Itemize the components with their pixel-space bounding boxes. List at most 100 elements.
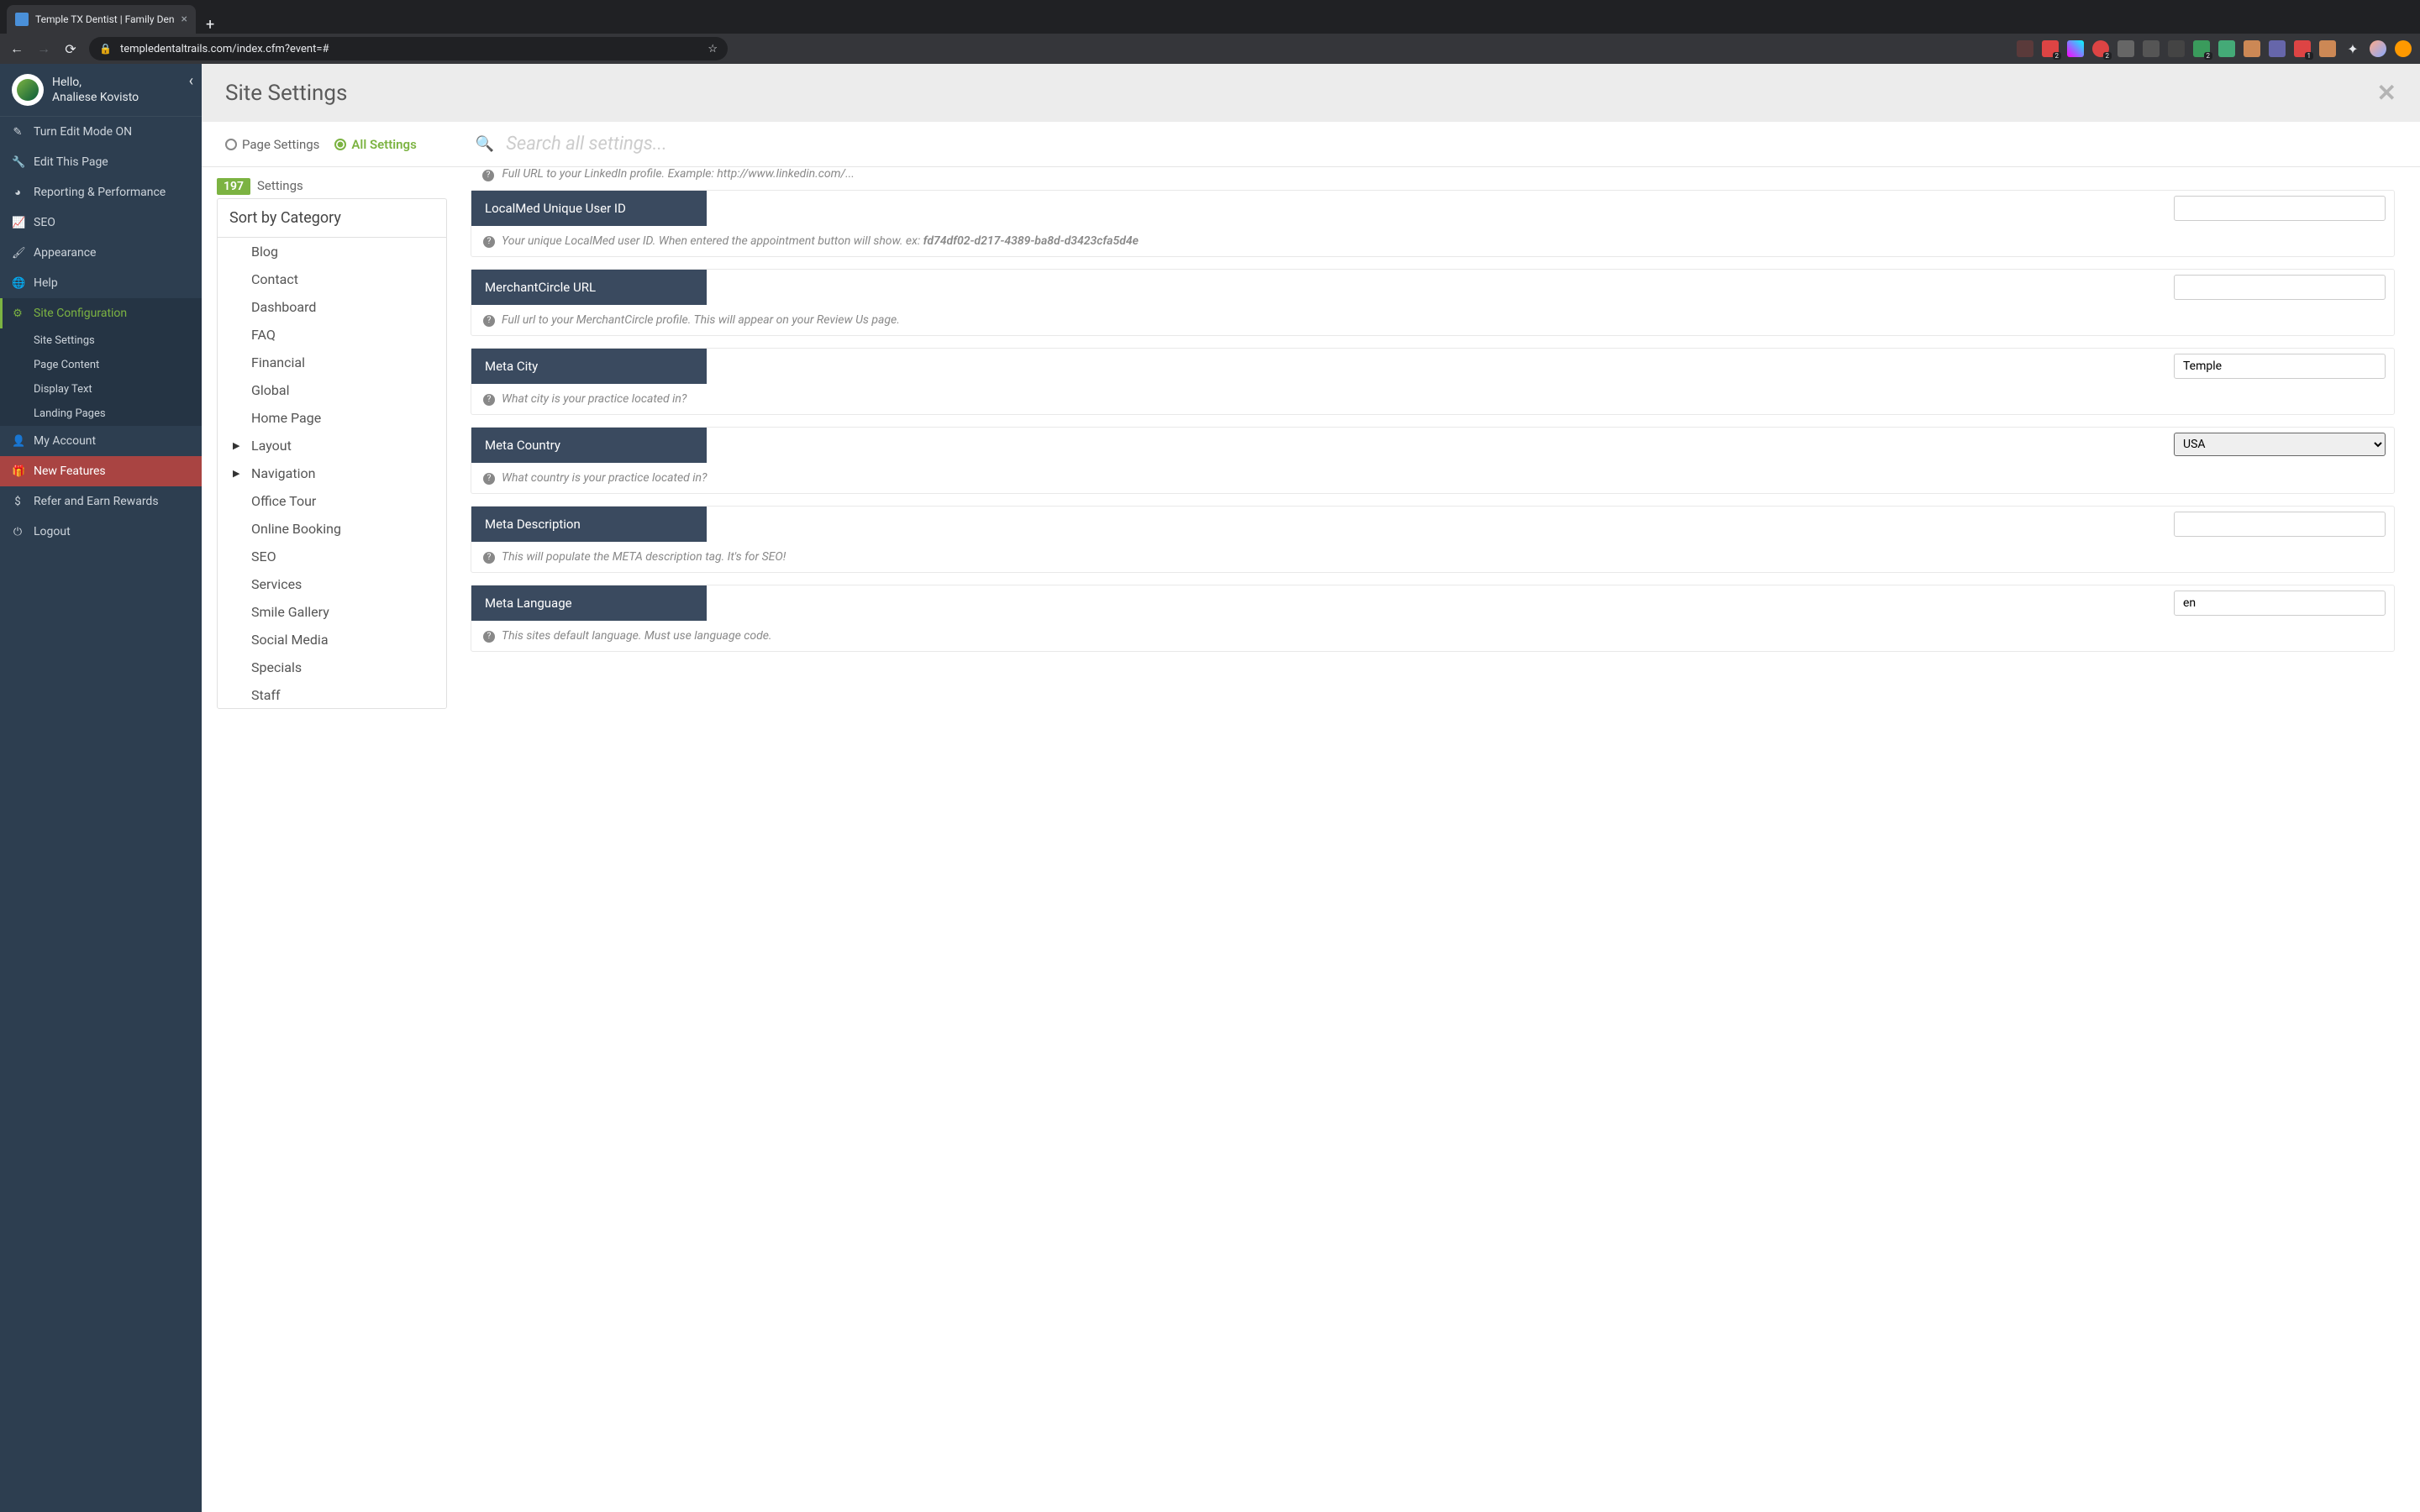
ext-icon[interactable]: 2 <box>2042 40 2059 57</box>
category-item[interactable]: SEO <box>218 543 446 570</box>
ext-icon[interactable]: 2 <box>2193 40 2210 57</box>
sidebar-sub-item[interactable]: Page Content <box>0 353 202 377</box>
ext-icon[interactable] <box>2244 40 2260 57</box>
ext-icon[interactable] <box>2319 40 2336 57</box>
category-item[interactable]: Online Booking <box>218 515 446 543</box>
sidebar-sub-item[interactable]: Display Text <box>0 377 202 402</box>
search-wrap: 🔍 <box>476 134 2396 155</box>
profile-avatar[interactable] <box>2370 40 2386 57</box>
sidebar-item[interactable]: 👤My Account <box>0 426 202 456</box>
setting-input[interactable] <box>2174 512 2386 537</box>
sidebar-icon: ⚙ <box>12 307 24 320</box>
sidebar-icon: ⏻ <box>12 526 24 538</box>
count-badge: 197 <box>217 178 250 195</box>
help-icon: ? <box>483 631 495 643</box>
setting-help: ?Your unique LocalMed user ID. When ente… <box>471 226 2394 256</box>
sidebar-item[interactable]: ⏻ Logout <box>0 517 202 547</box>
category-item[interactable]: Specials <box>218 654 446 681</box>
setting-input[interactable] <box>2174 275 2386 300</box>
category-item[interactable]: Social Media <box>218 626 446 654</box>
setting-block: Meta Language?This sites default languag… <box>471 585 2395 652</box>
sidebar-icon: $ <box>12 496 24 508</box>
category-item[interactable]: FAQ <box>218 321 446 349</box>
category-item[interactable]: ▶Layout <box>218 432 446 459</box>
sidebar-item[interactable]: 🖌 Appearance <box>0 238 202 268</box>
tab-close-icon[interactable]: × <box>181 13 187 26</box>
sidebar-item[interactable]: ⚙Site Configuration <box>0 298 202 328</box>
setting-input-wrap <box>707 191 2394 226</box>
collapse-sidebar-icon[interactable]: ‹ <box>189 72 193 90</box>
close-icon[interactable]: ✕ <box>2377 79 2396 107</box>
sidebar-icon: 🎁 <box>12 465 24 478</box>
category-list[interactable]: BlogContactDashboardFAQFinancialGlobalHo… <box>218 238 446 708</box>
setting-select[interactable]: USA <box>2174 433 2386 456</box>
new-tab-button[interactable]: + <box>196 16 224 34</box>
setting-input[interactable] <box>2174 591 2386 616</box>
radio-page-settings[interactable]: Page Settings <box>225 137 319 152</box>
sidebar-icon: 🌐 <box>12 277 24 290</box>
setting-help: ?Full url to your MerchantCircle profile… <box>471 305 2394 335</box>
sidebar-item[interactable]: 🌐Help <box>0 268 202 298</box>
setting-input[interactable] <box>2174 196 2386 221</box>
ext-icon[interactable] <box>2218 40 2235 57</box>
sidebar-label: Reporting & Performance <box>34 186 166 199</box>
category-item[interactable]: Global <box>218 376 446 404</box>
sidebar-label: Appearance <box>34 246 96 260</box>
ext-icon[interactable] <box>2017 40 2033 57</box>
setting-label: Meta City <box>471 349 707 384</box>
ext-icon[interactable] <box>2067 40 2084 57</box>
ext-icon[interactable] <box>2395 40 2412 57</box>
settings-scope-radio: Page Settings All Settings <box>225 137 417 152</box>
address-bar[interactable]: 🔒 templedentaltrails.com/index.cfm?event… <box>89 37 728 60</box>
category-item[interactable]: Blog <box>218 238 446 265</box>
forward-button[interactable]: → <box>35 40 52 57</box>
sidebar-item[interactable]: 🔧Edit This Page <box>0 147 202 177</box>
sidebar-icon: 🖌 <box>12 247 24 260</box>
browser-tab[interactable]: Temple TX Dentist | Family Den × <box>7 5 196 34</box>
sidebar-sub-item[interactable]: Landing Pages <box>0 402 202 426</box>
ext-icon[interactable]: 2 <box>2092 40 2109 57</box>
sidebar-submenu: Site SettingsPage ContentDisplay TextLan… <box>0 328 202 426</box>
setting-label: LocalMed Unique User ID <box>471 191 707 226</box>
category-item[interactable]: Smile Gallery <box>218 598 446 626</box>
sidebar-menu: ✎Turn Edit Mode ON🔧Edit This Page◕Report… <box>0 117 202 547</box>
setting-label: Meta Country <box>471 428 707 463</box>
category-item[interactable]: ▶Navigation <box>218 459 446 487</box>
category-title: Sort by Category <box>218 199 446 238</box>
star-icon[interactable]: ☆ <box>708 43 718 55</box>
sidebar-item[interactable]: 🎁New Features <box>0 456 202 486</box>
ext-icon[interactable] <box>2118 40 2134 57</box>
category-item[interactable]: Services <box>218 570 446 598</box>
sidebar-item[interactable]: $Refer and Earn Rewards <box>0 486 202 517</box>
sidebar-item[interactable]: 📈SEO <box>0 207 202 238</box>
extensions-icon[interactable]: ✦ <box>2344 40 2361 57</box>
search-input[interactable] <box>506 134 2396 155</box>
back-button[interactable]: ← <box>8 40 25 57</box>
caret-icon: ▶ <box>233 468 239 479</box>
category-item[interactable]: Dashboard <box>218 293 446 321</box>
category-item[interactable]: Financial <box>218 349 446 376</box>
radio-all-settings[interactable]: All Settings <box>334 137 416 152</box>
ext-icon[interactable] <box>2143 40 2160 57</box>
help-text: This sites default language. Must use la… <box>502 629 772 643</box>
setting-block: Meta Description?This will populate the … <box>471 506 2395 573</box>
sidebar-icon: 🔧 <box>12 156 24 169</box>
sidebar-item[interactable]: ◕Reporting & Performance <box>0 177 202 207</box>
setting-input[interactable] <box>2174 354 2386 379</box>
sidebar-label: Logout <box>34 525 71 538</box>
reload-button[interactable]: ⟳ <box>62 41 79 57</box>
category-item[interactable]: Office Tour <box>218 487 446 515</box>
ext-icon[interactable]: 1 <box>2294 40 2311 57</box>
category-item[interactable]: Staff <box>218 681 446 708</box>
ext-icon[interactable] <box>2269 40 2286 57</box>
help-text: Full URL to your LinkedIn profile. Examp… <box>502 167 854 181</box>
page-title: Site Settings <box>225 81 347 106</box>
category-item[interactable]: Contact <box>218 265 446 293</box>
main-content: Site Settings ✕ Page Settings All Settin… <box>202 64 2420 1512</box>
setting-help: ? This sites default language. Must use l… <box>471 621 2394 651</box>
ext-icon[interactable] <box>2168 40 2185 57</box>
category-item[interactable]: Home Page <box>218 404 446 432</box>
sidebar-item[interactable]: ✎Turn Edit Mode ON <box>0 117 202 147</box>
sidebar-sub-item[interactable]: Site Settings <box>0 328 202 353</box>
settings-panel[interactable]: ? Full URL to your LinkedIn profile. Exa… <box>462 167 2420 1512</box>
